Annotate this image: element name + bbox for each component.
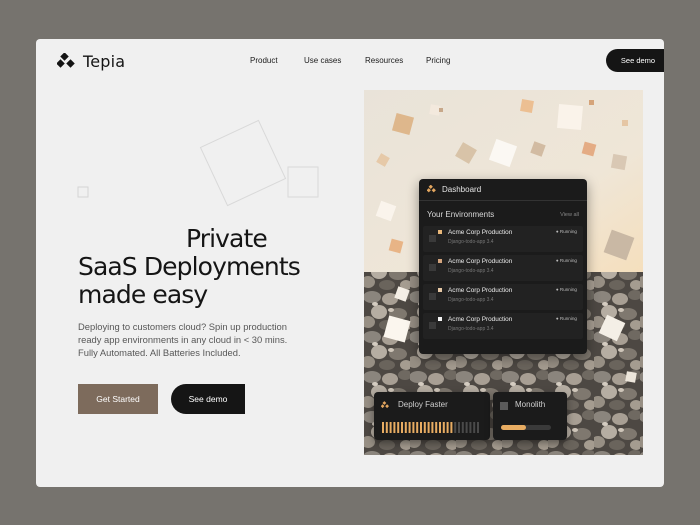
env-status: ● Running	[555, 229, 577, 234]
env-app: Django-todo-app 3.4	[448, 326, 494, 332]
deploy-progress-segment	[393, 422, 396, 433]
landing-card: Tepia Product Use cases Resources Pricin…	[36, 39, 664, 487]
monolith-icon	[500, 402, 508, 410]
deploy-progress-segment	[412, 422, 415, 433]
nav-resources[interactable]: Resources	[365, 56, 403, 65]
env-status-label: Running	[559, 287, 577, 292]
environments-heading: Your Environments	[427, 210, 495, 219]
deploy-progress-segment	[408, 422, 411, 433]
nav-use-cases[interactable]: Use cases	[304, 56, 341, 65]
env-app: Django-todo-app 3.4	[448, 239, 494, 245]
monolith-widget: Monolith	[493, 392, 567, 440]
nav-pricing[interactable]: Pricing	[426, 56, 450, 65]
monolith-label: Monolith	[515, 400, 546, 409]
env-name: Acme Corp Production	[448, 229, 513, 236]
nav-product[interactable]: Product	[250, 56, 278, 65]
env-status: ● Running	[555, 316, 577, 321]
deploy-progress-segment	[401, 422, 403, 433]
env-name: Acme Corp Production	[448, 287, 513, 294]
deploy-progress-segment	[389, 422, 392, 433]
env-app: Django-todo-app 3.4	[448, 268, 494, 274]
deploy-progress-segment	[461, 422, 464, 433]
monolith-progress-track	[501, 425, 551, 430]
env-color-dot	[438, 317, 442, 321]
monolith-progress-fill	[501, 425, 526, 430]
deploy-progress-segment	[439, 422, 441, 433]
deploy-progress-segment	[458, 422, 460, 433]
logo-icon	[57, 52, 75, 68]
env-name: Acme Corp Production	[448, 258, 513, 265]
row-checkbox[interactable]	[429, 322, 436, 329]
env-status-label: Running	[559, 229, 577, 234]
env-color-dot	[438, 230, 442, 234]
brand-name: Tepia	[83, 52, 126, 71]
see-demo-button[interactable]: See demo	[171, 384, 245, 414]
row-checkbox[interactable]	[429, 235, 436, 242]
hero-subtitle: Deploying to customers cloud? Spin up pr…	[78, 321, 288, 358]
hero-title-line3: made easy	[78, 280, 208, 309]
deploy-progress-segment	[420, 422, 422, 433]
dashboard-title: Dashboard	[442, 185, 482, 194]
deploy-progress-segment	[397, 422, 400, 433]
deploy-progress-segment	[469, 422, 472, 433]
deploy-progress-segment	[446, 422, 449, 433]
hero-title-line1: Private	[186, 224, 268, 253]
deploy-faster-widget: Deploy Faster	[374, 392, 490, 440]
row-checkbox[interactable]	[429, 264, 436, 271]
environment-row[interactable]: Acme Corp Production Django-todo-app 3.4…	[423, 313, 583, 339]
env-status: ● Running	[555, 258, 577, 263]
deploy-logo-icon	[381, 401, 389, 409]
environment-row[interactable]: Acme Corp Production Django-todo-app 3.4…	[423, 255, 583, 281]
environment-row[interactable]: Acme Corp Production Django-todo-app 3.4…	[423, 284, 583, 310]
deploy-progress-segment	[435, 422, 438, 433]
deploy-progress-segment	[404, 422, 407, 433]
deploy-progress-segment	[431, 422, 434, 433]
view-all-link[interactable]: View all	[560, 212, 579, 218]
deploy-progress-segment	[477, 422, 479, 433]
dashboard-card: Dashboard Your Environments View all Acm…	[419, 179, 587, 354]
deploy-progress-segment	[473, 422, 476, 433]
hero-title-line2: SaaS Deployments	[78, 252, 301, 281]
deploy-progress-bars	[382, 422, 479, 433]
env-color-dot	[438, 288, 442, 292]
env-name: Acme Corp Production	[448, 316, 513, 323]
deploy-progress-segment	[465, 422, 468, 433]
env-status-label: Running	[559, 316, 577, 321]
hero-title: Private SaaS Deployments made easy	[78, 224, 301, 309]
logo[interactable]: Tepia	[57, 52, 125, 71]
row-checkbox[interactable]	[429, 293, 436, 300]
deploy-progress-segment	[454, 422, 457, 433]
deploy-progress-segment	[450, 422, 453, 433]
deploy-progress-segment	[427, 422, 430, 433]
deploy-progress-segment	[385, 422, 388, 433]
deploy-progress-segment	[416, 422, 419, 433]
get-started-button[interactable]: Get Started	[78, 384, 158, 414]
env-status: ● Running	[555, 287, 577, 292]
deploy-faster-label: Deploy Faster	[398, 400, 448, 409]
dashboard-logo-icon	[427, 185, 436, 193]
env-status-label: Running	[559, 258, 577, 263]
see-demo-nav-button[interactable]: See demo	[606, 49, 664, 72]
environment-row[interactable]: Acme Corp Production Django-todo-app 3.4…	[423, 226, 583, 252]
env-app: Django-todo-app 3.4	[448, 297, 494, 303]
deploy-progress-segment	[423, 422, 426, 433]
deploy-progress-segment	[382, 422, 384, 433]
deploy-progress-segment	[442, 422, 445, 433]
env-color-dot	[438, 259, 442, 263]
